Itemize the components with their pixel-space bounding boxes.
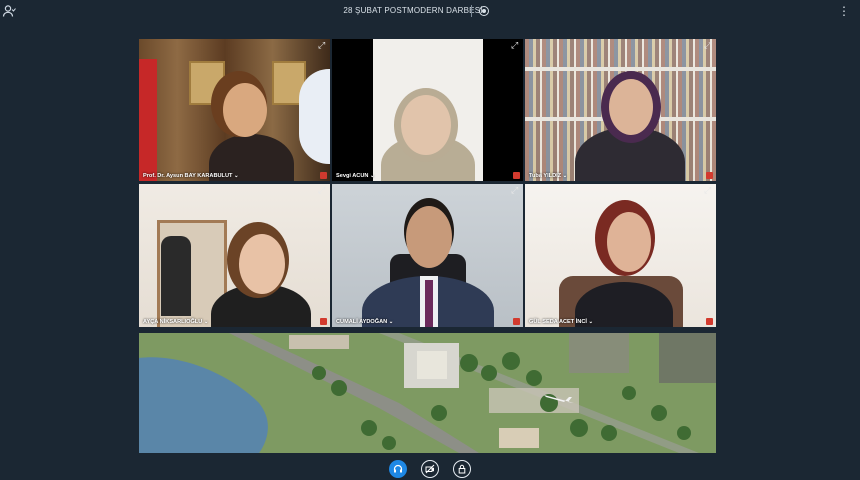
participant-name: Sevgi ACUN ⌄: [336, 173, 375, 179]
video-tile-1[interactable]: ⤢ Prof. Dr. Aysun BAY KARABULUT ⌄: [139, 39, 330, 181]
mic-muted-icon: [513, 318, 520, 325]
mic-muted-icon: [706, 172, 713, 179]
title-divider: [471, 5, 472, 17]
mic-muted-icon: [320, 318, 327, 325]
more-vertical-icon[interactable]: ⋮: [838, 4, 850, 18]
aerial-map-image: [139, 333, 716, 453]
expand-icon[interactable]: ⤢: [704, 186, 713, 195]
video-tile-5[interactable]: ⤢ CUMALİ AYDOĞAN ⌄: [332, 184, 523, 327]
top-bar: 28 ŞUBAT POSTMODERN DARBESİ ⋮: [0, 0, 860, 26]
screen-share[interactable]: [139, 333, 716, 453]
flag: [139, 59, 157, 181]
expand-icon[interactable]: ⤢: [511, 41, 520, 50]
expand-icon[interactable]: ⤢: [318, 186, 327, 195]
coat: [161, 236, 191, 316]
person-head: [223, 83, 267, 137]
participant-name: CUMALİ AYDOĞAN ⌄: [336, 319, 394, 325]
shelf: [525, 67, 716, 71]
meeting-title: 28 ŞUBAT POSTMODERN DARBESİ: [343, 6, 483, 15]
portrait-frame: [189, 61, 225, 105]
mic-muted-icon: [706, 318, 713, 325]
person-head: [607, 212, 651, 272]
video-frame: [373, 39, 483, 181]
video-tile-3[interactable]: ⤢ Tuba YILDIZ ⌄: [525, 39, 716, 181]
participant-name: AYÇA NİKSARLIOĞLU ⌄: [143, 319, 209, 325]
camera-off-icon[interactable]: [421, 460, 439, 478]
video-tile-2[interactable]: ⤢ Sevgi ACUN ⌄: [332, 39, 523, 181]
mic-muted-icon: [320, 172, 327, 179]
expand-icon[interactable]: ⤢: [511, 186, 520, 195]
banner: [299, 69, 330, 164]
expand-icon[interactable]: ⤢: [704, 41, 713, 50]
mic-muted-icon: [513, 172, 520, 179]
lock-icon[interactable]: [453, 460, 471, 478]
person-head: [406, 206, 452, 268]
headset-icon[interactable]: [389, 460, 407, 478]
record-icon[interactable]: [479, 6, 489, 16]
video-tile-6[interactable]: ⤢ GÜL SEDA ACET İNCİ ⌄: [525, 184, 716, 327]
participant-name: GÜL SEDA ACET İNCİ ⌄: [529, 319, 594, 325]
video-tile-4[interactable]: ⤢ AYÇA NİKSARLIOĞLU ⌄: [139, 184, 330, 327]
tie: [425, 280, 433, 327]
participant-name: Tuba YILDIZ ⌄: [529, 173, 568, 179]
person-head: [401, 95, 451, 155]
person-head: [239, 234, 285, 294]
person-head: [609, 79, 653, 135]
participant-name: Prof. Dr. Aysun BAY KARABULUT ⌄: [143, 173, 239, 179]
expand-icon[interactable]: ⤢: [318, 41, 327, 50]
